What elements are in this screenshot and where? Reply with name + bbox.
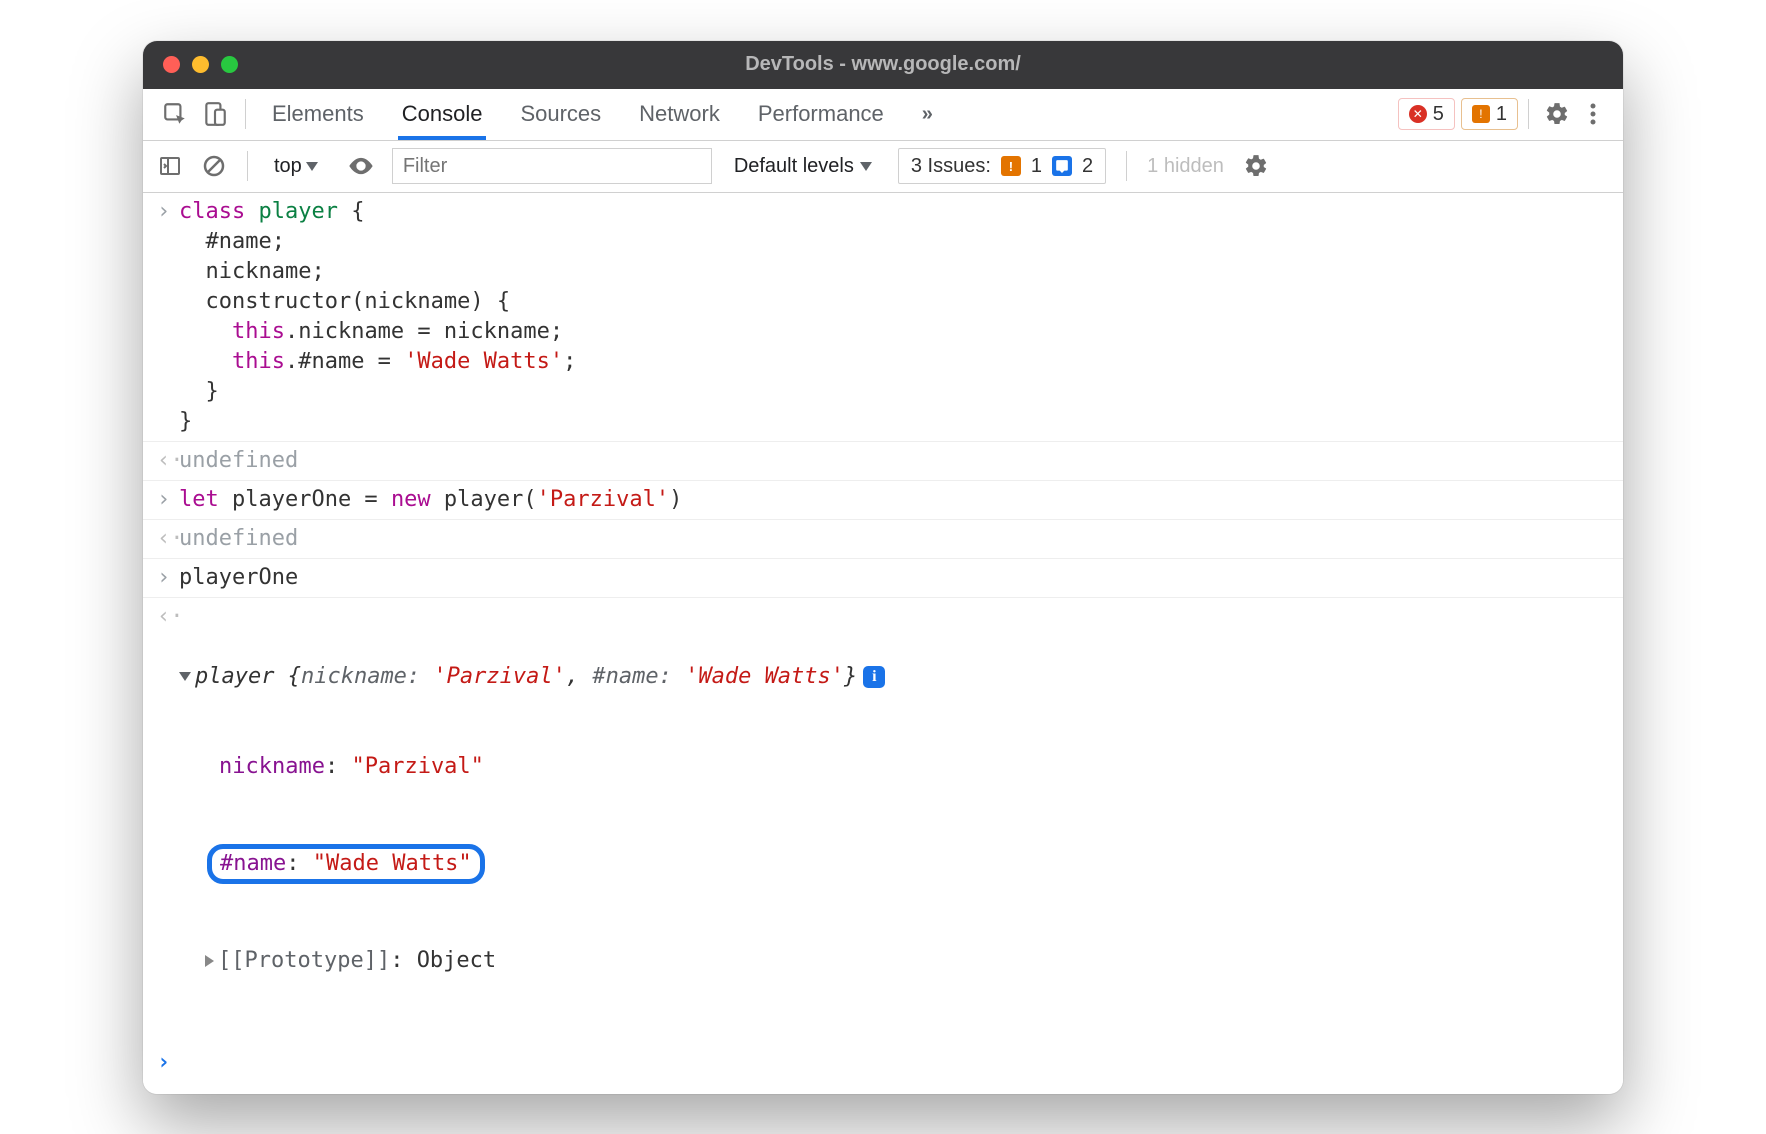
issues-warn-icon: ! (1001, 156, 1021, 176)
hidden-messages-label: 1 hidden (1147, 155, 1224, 178)
zoom-window-button[interactable] (221, 56, 238, 73)
console-output-row: ‹· undefined (143, 520, 1623, 559)
close-window-button[interactable] (163, 56, 180, 73)
window-titlebar[interactable]: DevTools - www.google.com/ (143, 41, 1623, 89)
console-toolbar: top Default levels 3 Issues: ! 1 2 1 hid… (143, 141, 1623, 193)
clear-console-icon[interactable] (199, 146, 229, 186)
tab-performance[interactable]: Performance (754, 89, 888, 140)
console-filter-input[interactable] (392, 148, 712, 184)
more-menu-icon[interactable] (1575, 96, 1611, 132)
issues-label: 3 Issues: (911, 155, 991, 178)
output-arrow-icon: ‹· (157, 446, 179, 476)
highlight-ring: #name: "Wade Watts" (207, 844, 485, 884)
tab-network[interactable]: Network (635, 89, 724, 140)
console-input-row[interactable]: › let playerOne = new player('Parzival') (143, 481, 1623, 520)
panel-tabs: Elements Console Sources Network Perform… (268, 89, 937, 140)
toolbar-separator (245, 99, 246, 129)
issues-summary[interactable]: 3 Issues: ! 1 2 (898, 148, 1106, 184)
object-preview-line[interactable]: player {nickname: 'Parzival', #name: 'Wa… (179, 662, 885, 692)
object-property-highlighted[interactable]: #name: "Wade Watts" (179, 844, 885, 884)
expand-toggle-icon[interactable] (179, 672, 191, 681)
context-selector[interactable]: top (266, 151, 330, 182)
warning-count-badge[interactable]: ! 1 (1461, 98, 1518, 130)
object-inspector[interactable]: player {nickname: 'Parzival', #name: 'Wa… (179, 602, 885, 1036)
toolbar-separator (247, 151, 248, 181)
dropdown-icon (860, 162, 872, 171)
input-arrow-icon: › (157, 197, 179, 437)
tab-elements[interactable]: Elements (268, 89, 368, 140)
console-output-row: ‹· undefined (143, 442, 1623, 481)
output-arrow-icon: ‹· (157, 602, 179, 1036)
traffic-lights (143, 56, 238, 73)
minimize-window-button[interactable] (192, 56, 209, 73)
input-arrow-icon: › (157, 485, 179, 515)
output-arrow-icon: ‹· (157, 524, 179, 554)
warning-count: 1 (1496, 103, 1507, 126)
expand-toggle-icon[interactable] (205, 955, 214, 967)
toolbar-separator (1126, 151, 1127, 181)
window-title: DevTools - www.google.com/ (143, 53, 1623, 76)
code-block: class player { #name; nickname; construc… (179, 197, 576, 437)
prompt-arrow-icon: › (157, 1048, 179, 1078)
tabs-overflow-button[interactable]: » (918, 89, 937, 140)
live-expression-eye-icon[interactable] (344, 146, 378, 186)
error-icon: ✕ (1409, 105, 1427, 123)
console-prompt[interactable]: › (143, 1040, 1623, 1094)
error-count: 5 (1433, 103, 1444, 126)
issues-info-icon (1052, 156, 1072, 176)
tab-sources[interactable]: Sources (516, 89, 605, 140)
info-icon[interactable]: i (863, 666, 885, 688)
object-property[interactable]: nickname: "Parzival" (179, 752, 885, 782)
console-sidebar-toggle-icon[interactable] (155, 146, 185, 186)
console-input-row[interactable]: › playerOne (143, 559, 1623, 598)
code-line: let playerOne = new player('Parzival') (179, 485, 682, 515)
object-prototype[interactable]: [[Prototype]]: Object (179, 946, 885, 976)
error-count-badge[interactable]: ✕ 5 (1398, 98, 1455, 130)
levels-label: Default levels (734, 155, 854, 178)
device-toolbar-icon[interactable] (195, 94, 235, 134)
main-toolbar: Elements Console Sources Network Perform… (143, 89, 1623, 141)
toolbar-separator (1528, 99, 1529, 129)
console-input-row[interactable]: › class player { #name; nickname; constr… (143, 193, 1623, 442)
console-output: › class player { #name; nickname; constr… (143, 193, 1623, 1094)
tab-console[interactable]: Console (398, 89, 487, 140)
console-settings-gear-icon[interactable] (1238, 148, 1274, 184)
dropdown-icon (306, 162, 318, 171)
undefined-result: undefined (179, 524, 298, 554)
settings-gear-icon[interactable] (1539, 96, 1575, 132)
context-label: top (274, 155, 302, 178)
issues-info-count: 2 (1082, 155, 1093, 178)
inspect-element-icon[interactable] (155, 94, 195, 134)
console-output-row: ‹· player {nickname: 'Parzival', #name: … (143, 598, 1623, 1040)
input-arrow-icon: › (157, 563, 179, 593)
code-line: playerOne (179, 563, 298, 593)
undefined-result: undefined (179, 446, 298, 476)
issues-warn-count: 1 (1031, 155, 1042, 178)
log-levels-dropdown[interactable]: Default levels (726, 151, 884, 182)
devtools-window: DevTools - www.google.com/ Elements Cons… (143, 41, 1623, 1094)
warning-icon: ! (1472, 105, 1490, 123)
